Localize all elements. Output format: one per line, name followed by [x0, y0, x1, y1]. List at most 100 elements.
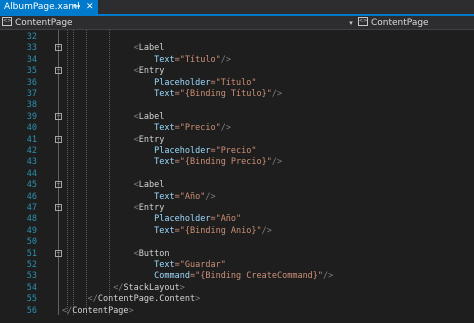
- code-token: ="Año": [174, 191, 206, 202]
- code-token: Label: [138, 43, 165, 54]
- code-token: ContentPage: [72, 305, 129, 316]
- type-dropdown[interactable]: <> ContentPage: [2, 17, 352, 29]
- code-editor[interactable]: 32 33 − <Label 34 Text="Título"/> 35 − <Entry 36 P…: [0, 30, 474, 323]
- code-line[interactable]: 38: [0, 100, 474, 111]
- collapse-icon[interactable]: −: [55, 44, 62, 52]
- line-number: 45: [26, 180, 37, 191]
- code-token: />: [220, 54, 231, 65]
- code-token: />: [205, 191, 216, 202]
- line-number: 35: [26, 66, 37, 77]
- code-token: />: [271, 157, 283, 168]
- code-line[interactable]: 37 Text="{Binding Título}"/>: [0, 89, 474, 100]
- navigation-bar: <> ContentPage ▾ <> ContentPage: [0, 16, 474, 30]
- code-text: Text="Guardar": [154, 260, 226, 271]
- collapse-icon[interactable]: −: [55, 67, 62, 75]
- line-number: 56: [26, 305, 37, 316]
- code-token: </: [62, 305, 73, 316]
- collapse-icon[interactable]: −: [55, 204, 62, 211]
- code-line[interactable]: 45 − <Label: [0, 180, 474, 191]
- code-token: >: [128, 305, 134, 316]
- line-number: 49: [26, 225, 37, 236]
- code-line[interactable]: 32: [0, 32, 474, 43]
- code-line[interactable]: 33 − <Label: [0, 43, 474, 54]
- code-token: Command: [154, 271, 190, 282]
- code-token: ="{Binding Título}": [174, 89, 272, 99]
- tab-title: AlbumPage.xaml: [4, 2, 80, 12]
- code-token: />: [261, 225, 272, 236]
- type-dropdown-label: ContentPage: [15, 18, 73, 28]
- code-token: />: [271, 89, 283, 99]
- code-token: </: [113, 282, 124, 293]
- member-dropdown[interactable]: <> ContentPage: [358, 17, 474, 29]
- close-icon[interactable]: ✕: [86, 0, 94, 14]
- document-tab-albumpage[interactable]: AlbumPage.xaml ⇔ ✕: [0, 0, 98, 14]
- code-line[interactable]: 48 Placeholder="Año": [0, 214, 474, 225]
- collapse-icon[interactable]: −: [55, 135, 62, 143]
- code-line[interactable]: 47 − <Entry: [0, 203, 474, 214]
- code-text: Text="{Binding Título}"/>: [154, 89, 282, 100]
- line-number: 50: [26, 237, 37, 248]
- code-line[interactable]: 35 − <Entry: [0, 66, 474, 77]
- code-line[interactable]: 42 Placeholder="Precio": [0, 146, 474, 157]
- code-token: ="Título": [174, 54, 221, 65]
- code-text: Text="Precio"/>: [154, 123, 231, 134]
- code-text: Command="{Binding CreateCommand}"/>: [154, 271, 333, 282]
- code-line[interactable]: 53 Command="{Binding CreateCommand}"/>: [0, 271, 474, 282]
- code-line[interactable]: 34 Text="Título"/>: [0, 55, 474, 66]
- code-line[interactable]: 39 − <Label: [0, 112, 474, 123]
- code-line[interactable]: 36 Placeholder="Título": [0, 78, 474, 89]
- code-line[interactable]: 51 − <Button: [0, 249, 474, 260]
- code-text: <Entry: [134, 203, 165, 214]
- chevron-down-icon[interactable]: ▾: [346, 17, 356, 29]
- code-token: >: [179, 282, 185, 293]
- xaml-element-icon: <>: [358, 17, 368, 26]
- code-text: <Label: [134, 43, 165, 54]
- code-token: Entry: [138, 66, 165, 77]
- code-line[interactable]: 54 </StackLayout>: [0, 283, 474, 294]
- collapse-icon[interactable]: −: [55, 181, 62, 189]
- code-text: Text="{Binding Precio}"/>: [154, 157, 282, 168]
- pin-icon[interactable]: ⇔: [73, 0, 81, 14]
- code-token: Entry: [138, 134, 165, 145]
- line-number: 48: [26, 214, 37, 225]
- code-text: </StackLayout>: [113, 283, 185, 294]
- code-text: <Entry: [134, 135, 165, 146]
- document-tab-strip: AlbumPage.xaml ⇔ ✕: [0, 0, 474, 16]
- code-token: Text: [154, 89, 175, 99]
- code-token: StackLayout: [123, 282, 180, 293]
- code-text: </ContentPage>: [62, 306, 134, 317]
- code-line[interactable]: 43 Text="{Binding Precio}"/>: [0, 157, 474, 168]
- code-token: Button: [138, 248, 170, 259]
- code-token: Placeholder: [154, 77, 211, 88]
- collapse-icon[interactable]: −: [55, 112, 62, 120]
- code-line[interactable]: 50: [0, 237, 474, 248]
- code-token: ="Precio": [174, 123, 221, 134]
- line-number: 33: [26, 43, 37, 54]
- code-line[interactable]: 44: [0, 169, 474, 180]
- code-token: Placeholder: [154, 146, 211, 156]
- code-token: Text: [154, 123, 175, 134]
- code-line[interactable]: 55 </ContentPage.Content>: [0, 294, 474, 305]
- code-token: ContentPage.Content: [97, 294, 196, 305]
- code-token: Placeholder: [154, 214, 211, 225]
- code-line[interactable]: 46 Text="Año"/>: [0, 192, 474, 203]
- code-text: Placeholder="Año": [154, 214, 241, 225]
- code-line[interactable]: 52 Text="Guardar": [0, 260, 474, 271]
- line-number: 55: [26, 294, 37, 305]
- code-token: />: [220, 123, 231, 134]
- line-number: 53: [26, 271, 37, 282]
- code-token: Label: [138, 180, 165, 191]
- code-line[interactable]: 49 Text="{Binding Anio}"/>: [0, 226, 474, 237]
- code-line[interactable]: 41 − <Entry: [0, 135, 474, 146]
- code-token: Entry: [138, 203, 165, 213]
- code-text: Text="Título"/>: [154, 55, 231, 66]
- code-token: ="Precio": [210, 146, 257, 156]
- line-number: 52: [26, 260, 37, 270]
- code-line[interactable]: 40 Text="Precio"/>: [0, 123, 474, 134]
- code-token: Text: [154, 54, 175, 65]
- code-token: ="{Binding CreateCommand}": [189, 271, 324, 282]
- line-number: 51: [26, 248, 37, 259]
- collapse-icon[interactable]: −: [55, 249, 62, 257]
- code-token: Text: [154, 157, 175, 168]
- code-line[interactable]: 56 </ContentPage>: [0, 306, 474, 317]
